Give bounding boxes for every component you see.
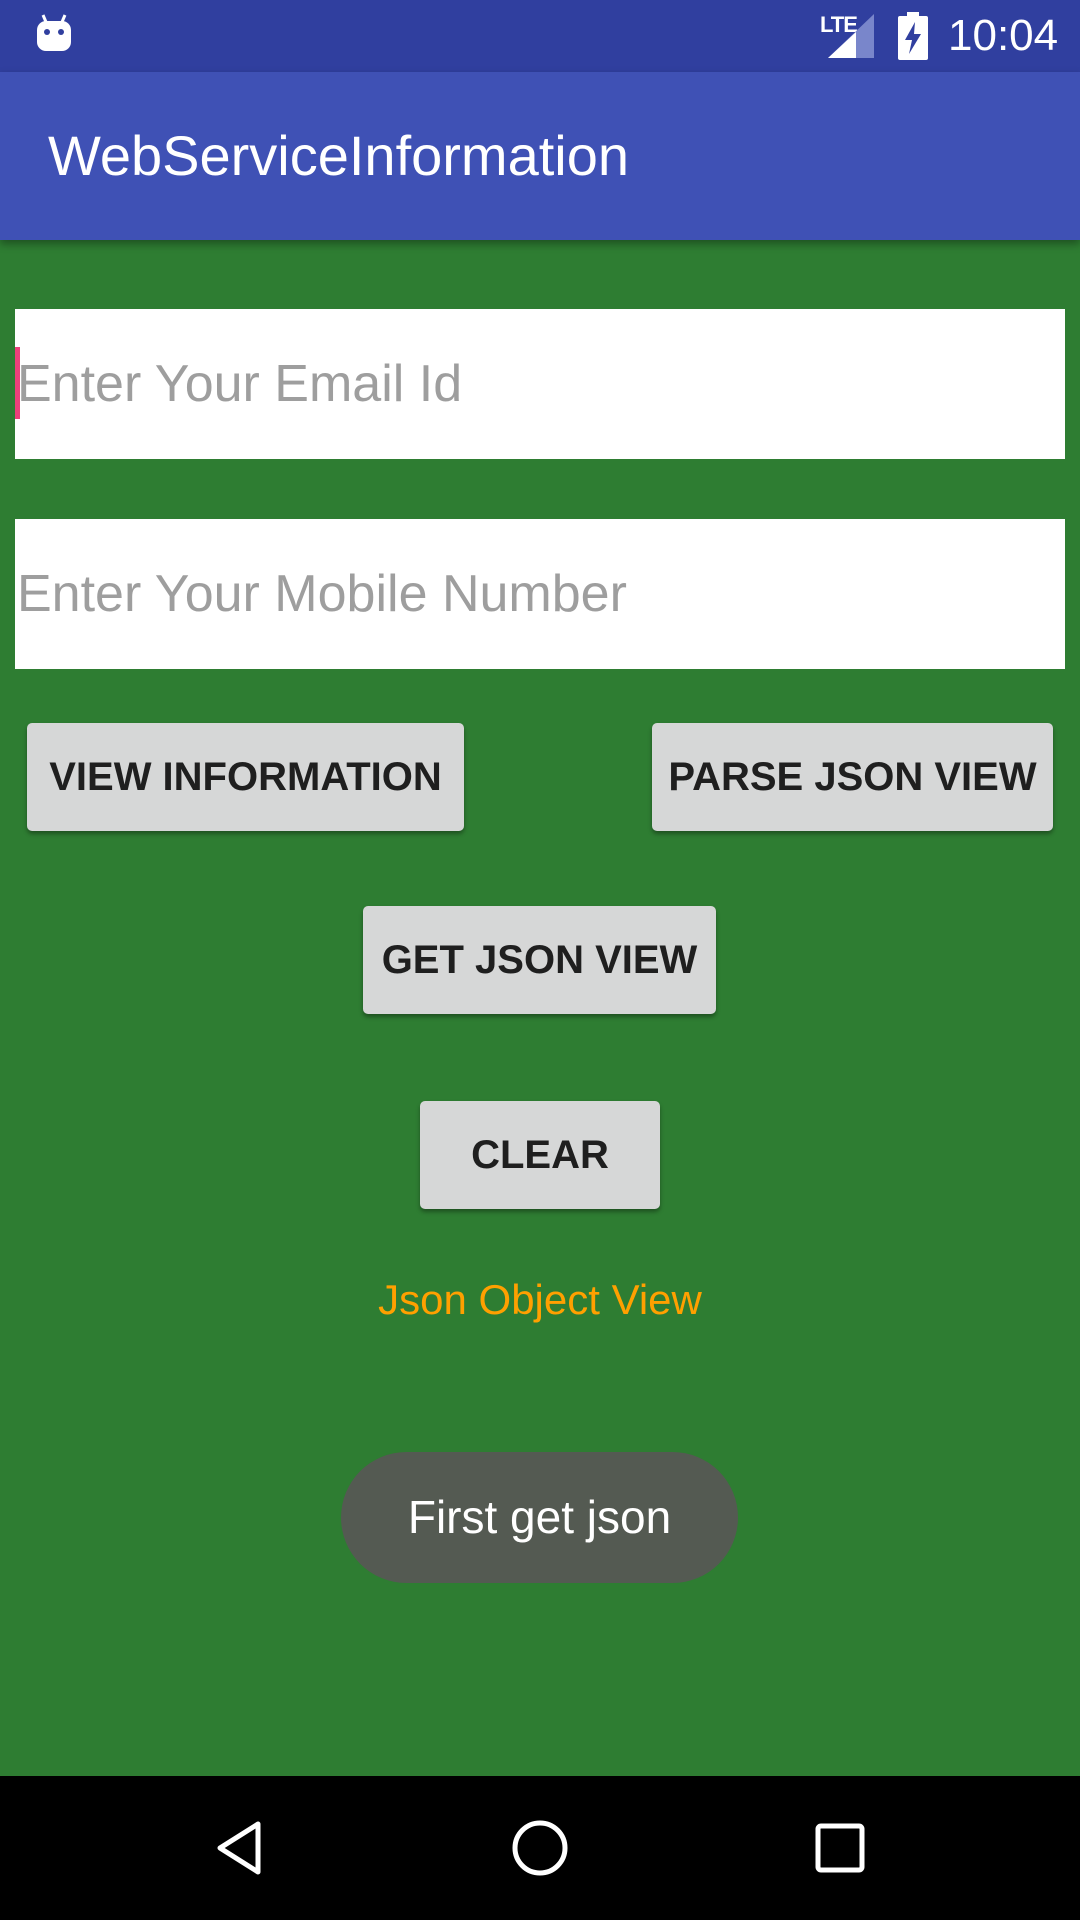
status-clock: 10:04	[948, 11, 1059, 60]
mobile-number-input[interactable]	[15, 519, 1065, 669]
battery-charging-icon	[898, 12, 928, 60]
parse-json-view-button[interactable]: PARSE JSON VIEW	[652, 723, 1053, 831]
navigation-bar	[0, 1776, 1080, 1920]
email-input[interactable]	[15, 309, 1065, 459]
view-information-button[interactable]: VIEW INFORMATION	[27, 723, 464, 831]
home-icon[interactable]	[510, 1818, 570, 1878]
status-bar: LTE 10:04	[0, 0, 1080, 72]
app-bar: WebServiceInformation	[0, 72, 1080, 240]
back-icon[interactable]	[210, 1818, 270, 1878]
android-icon	[37, 14, 71, 51]
clear-button[interactable]: CLEAR	[420, 1101, 660, 1209]
json-object-view-label: Json Object View	[378, 1276, 702, 1323]
app-title: WebServiceInformation	[48, 124, 629, 187]
signal-icon	[828, 14, 874, 58]
get-json-view-button[interactable]: GET JSON VIEW	[363, 906, 716, 1014]
text-cursor	[15, 347, 20, 419]
recents-icon[interactable]	[810, 1818, 870, 1878]
toast-message: First get json	[341, 1452, 738, 1583]
